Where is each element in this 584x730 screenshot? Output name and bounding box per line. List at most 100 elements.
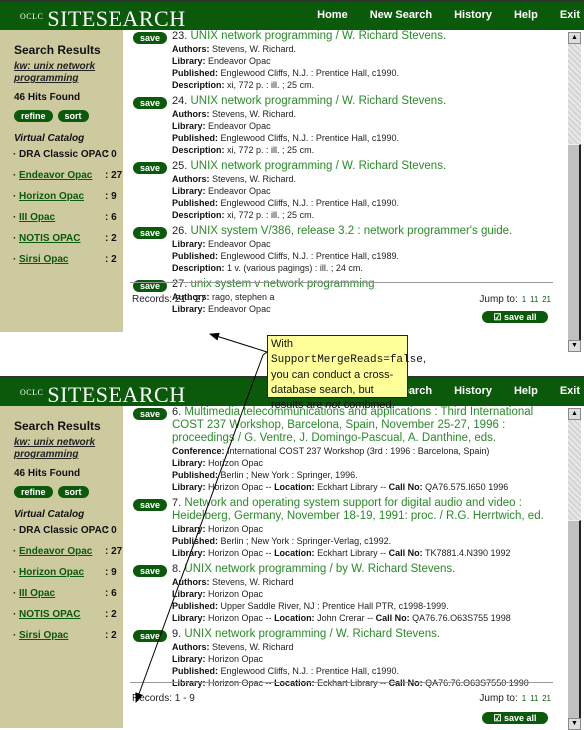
record-title-link[interactable]: UNIX network programming / W. Richard St… — [191, 95, 447, 107]
save-button[interactable]: save — [133, 97, 168, 109]
refine-button[interactable]: refine — [14, 110, 53, 122]
save-all-button[interactable]: ☑ save all — [482, 712, 548, 724]
sort-button[interactable]: sort — [57, 486, 89, 498]
save-button[interactable]: save — [133, 565, 168, 577]
catalog-name[interactable]: III Opac — [19, 588, 55, 599]
bullet-icon: · — [13, 630, 17, 641]
catalog-item[interactable]: · NOTIS OPAC: 2 — [13, 233, 123, 254]
page-link-21[interactable]: 21 — [542, 295, 551, 304]
scroll-down-arrow-icon[interactable]: ▼ — [568, 718, 581, 730]
scroll-up-arrow-icon[interactable]: ▲ — [568, 408, 581, 420]
record-field: Published: Englewood Cliffs, N.J. : Pren… — [172, 666, 399, 676]
catalog-item[interactable]: · III Opac: 6 — [13, 212, 123, 233]
catalog-name: DRA Classic OPAC — [19, 525, 110, 536]
page-link-11[interactable]: 11 — [530, 295, 538, 304]
vertical-scrollbar[interactable]: ▲ ▼ — [568, 32, 581, 352]
result-record: save 7. Network and operating system supp… — [130, 497, 555, 559]
result-record: save 8. UNIX network programming / by W. … — [130, 563, 555, 624]
record-number: 9. — [172, 628, 182, 640]
record-field: Published: Englewood Cliffs, N.J. : Pren… — [172, 68, 399, 78]
record-title-link[interactable]: UNIX network programming / W. Richard St… — [184, 628, 440, 640]
catalog-item: · DRA Classic OPAC: 0 — [13, 149, 123, 170]
catalog-name[interactable]: Horizon Opac — [19, 567, 84, 578]
sitesearch-logo: OCLC SITESEARCH — [20, 6, 186, 31]
record-title-link[interactable]: UNIX network programming / W. Richard St… — [191, 30, 447, 42]
query-link[interactable]: kw: unix network programming — [14, 437, 114, 461]
catalog-name[interactable]: Sirsi Opac — [19, 254, 68, 265]
nav-new-search[interactable]: New Search — [370, 9, 432, 21]
query-link[interactable]: kw: unix network programming — [14, 61, 114, 85]
virtual-catalog-label: Virtual Catalog — [14, 509, 85, 520]
catalog-item[interactable]: · III Opac: 6 — [13, 588, 123, 609]
sidebar: Search Results kw: unix network programm… — [0, 30, 123, 332]
nav-exit[interactable]: Exit — [560, 9, 580, 21]
records-range: Records: 21 - 27 — [132, 294, 206, 305]
save-button[interactable]: save — [133, 162, 168, 174]
scroll-up-arrow-icon[interactable]: ▲ — [568, 32, 581, 44]
record-field: Library: Horizon Opac — [172, 524, 264, 534]
page-link-1[interactable]: 1 — [522, 295, 526, 304]
records-range: Records: 1 - 9 — [132, 693, 195, 704]
nav-exit[interactable]: Exit — [560, 385, 580, 397]
record-field: Published: Berlin ; New York : Springer-… — [172, 536, 392, 546]
record-field: Library: Endeavor Opac — [172, 239, 271, 249]
save-button[interactable]: save — [133, 499, 168, 511]
catalog-item[interactable]: · Endeavor Opac: 27 — [13, 546, 123, 567]
page-link-21[interactable]: 21 — [542, 694, 551, 703]
nav-history[interactable]: History — [454, 385, 492, 397]
record-number: 8. — [172, 563, 182, 575]
record-title-link[interactable]: UNIX network programming / W. Richard St… — [191, 160, 447, 172]
vertical-scrollbar[interactable]: ▲ ▼ — [568, 408, 581, 730]
catalog-name[interactable]: III Opac — [19, 212, 55, 223]
record-title-link[interactable]: unix system v network programming — [191, 278, 375, 290]
scroll-down-arrow-icon[interactable]: ▼ — [568, 340, 581, 352]
catalog-name[interactable]: NOTIS OPAC — [19, 233, 80, 244]
record-title-link[interactable]: UNIX network programming / by W. Richard… — [184, 563, 455, 575]
catalog-count: : 2 — [105, 609, 117, 620]
save-button[interactable]: save — [133, 630, 168, 642]
page-link-11[interactable]: 11 — [530, 694, 538, 703]
record-field: Description: xi, 772 p. : ill. ; 25 cm. — [172, 145, 315, 155]
catalog-item[interactable]: · Sirsi Opac: 2 — [13, 630, 123, 651]
record-field: Published: Englewood Cliffs, N.J. : Pren… — [172, 133, 399, 143]
catalog-item[interactable]: · Endeavor Opac: 27 — [13, 170, 123, 191]
catalog-item[interactable]: · Horizon Opac: 9 — [13, 191, 123, 212]
save-button[interactable]: save — [133, 32, 168, 44]
page-link-1[interactable]: 1 — [522, 694, 526, 703]
catalog-count: : 9 — [105, 567, 117, 578]
nav-home[interactable]: Home — [317, 9, 348, 21]
record-field: Library: Horizon Opac -- Location: John … — [172, 613, 511, 623]
result-record: save 24. UNIX network programming / W. Ri… — [130, 95, 555, 156]
catalog-name[interactable]: NOTIS OPAC — [19, 609, 80, 620]
search-results-heading: Search Results — [14, 419, 101, 433]
catalog-name[interactable]: Endeavor Opac — [19, 170, 92, 181]
nav-help[interactable]: Help — [514, 9, 538, 21]
jump-to: Jump to: 1 11 21 — [479, 294, 551, 305]
record-field: Library: Horizon Opac — [172, 589, 264, 599]
save-all-button[interactable]: ☑ save all — [482, 311, 548, 323]
record-title-link[interactable]: Network and operating system support for… — [172, 497, 544, 522]
sort-button[interactable]: sort — [57, 110, 89, 122]
catalog-name[interactable]: Sirsi Opac — [19, 630, 68, 641]
save-button[interactable]: save — [133, 408, 168, 420]
catalog-name[interactable]: Endeavor Opac — [19, 546, 92, 557]
catalog-item[interactable]: · NOTIS OPAC : 2 — [13, 609, 123, 630]
catalog-item[interactable]: · Sirsi Opac: 2 — [13, 254, 123, 275]
results-list: save 23. UNIX network programming / W. Ri… — [130, 30, 555, 319]
bullet-icon: · — [13, 212, 17, 223]
scrollbar-thumb[interactable] — [568, 520, 581, 718]
sitesearch-logo: OCLC SITESEARCH — [20, 382, 186, 407]
scrollbar-thumb[interactable] — [568, 144, 581, 340]
record-field: Library: Endeavor Opac — [172, 186, 271, 196]
catalog-item[interactable]: · Horizon Opac: 9 — [13, 567, 123, 588]
nav-help[interactable]: Help — [514, 385, 538, 397]
refine-button[interactable]: refine — [14, 486, 53, 498]
bullet-icon: · — [13, 609, 17, 620]
catalog-name[interactable]: Horizon Opac — [19, 191, 84, 202]
nav-history[interactable]: History — [454, 9, 492, 21]
record-title-link[interactable]: UNIX system V/386, release 3.2 : network… — [191, 225, 513, 237]
save-button[interactable]: save — [133, 227, 168, 239]
header-bar: OCLCSITESEARCH Home New Search History H… — [0, 0, 584, 31]
result-record: save6. Multimedia telecommunications and… — [130, 406, 555, 493]
main-nav: Home New Search History Help Exit — [295, 9, 580, 21]
